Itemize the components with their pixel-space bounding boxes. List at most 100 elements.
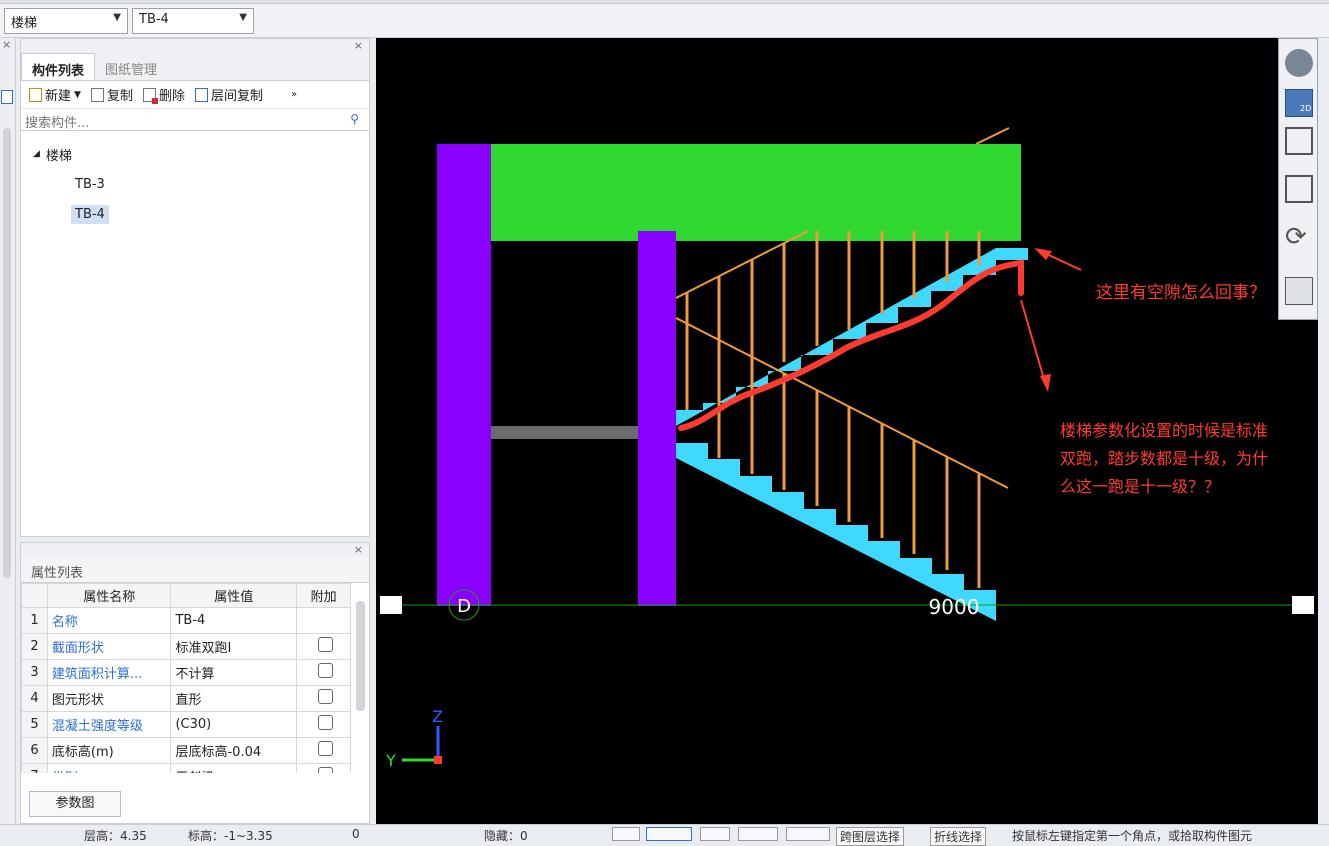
table-row[interactable]: 4 图元形状 直形 <box>21 685 351 712</box>
new-button[interactable]: 新建 ▼ <box>29 85 81 104</box>
table-row[interactable]: 5 混凝土强度等级 (C30) <box>21 711 351 738</box>
annotation-curve <box>678 259 1024 431</box>
component-name-select[interactable]: TB-4 ▼ <box>132 8 254 34</box>
hidden-count: 隐藏：0 <box>484 829 528 843</box>
plus-toggle-icon[interactable] <box>786 827 830 841</box>
property-value[interactable]: 层底标高-0.04 <box>170 737 298 764</box>
extra-cell <box>296 763 351 773</box>
component-type-select[interactable]: 楼梯 ▼ <box>4 8 128 34</box>
cube-view-alt-icon[interactable] <box>1285 175 1313 203</box>
extra-checkbox[interactable] <box>318 637 334 652</box>
search-input[interactable]: 搜索构件... ⚲ <box>21 109 369 131</box>
tab-drawing-management[interactable]: 图纸管理 <box>95 53 167 80</box>
annotation-gap: 这里有空隙怎么回事？ <box>1096 283 1266 303</box>
tree-item-tb3[interactable]: TB-3 <box>21 169 369 199</box>
close-icon[interactable]: × <box>354 39 363 52</box>
snap-toggle-icon[interactable] <box>646 827 692 841</box>
tree-group-label: 楼梯 <box>45 148 72 164</box>
param-figure-button[interactable]: 参数图 <box>29 791 121 817</box>
property-value[interactable]: 无斜梁 <box>170 763 298 773</box>
close-icon[interactable]: × <box>2 38 11 51</box>
stair-drawing: D 9000 这里有空隙怎么回事？ 楼梯参数化设置的时候是标准 双跑，踏步数都是… <box>380 127 1314 770</box>
property-name: 类别 <box>46 763 172 773</box>
top-toolbar: 楼梯 ▼ TB-4 ▼ <box>0 0 1329 38</box>
table-row[interactable]: 1 名称 TB-4 <box>21 607 351 634</box>
new-label: 新建 <box>45 89 72 104</box>
cross-toggle-icon[interactable] <box>700 827 730 841</box>
column-left <box>437 144 491 606</box>
check-toggle-icon[interactable] <box>738 827 778 841</box>
orbit-icon[interactable] <box>1285 49 1313 77</box>
copy-button[interactable]: 复制 <box>90 85 133 104</box>
table-row[interactable]: 2 截面形状 标准双跑I <box>21 633 351 660</box>
floor-height: 层高：4.35 <box>84 829 147 843</box>
tree-group-stairs[interactable]: ◢ 楼梯 <box>21 139 369 169</box>
cube-view-icon[interactable] <box>1285 127 1313 155</box>
row-number: 1 <box>21 607 48 634</box>
railing-line <box>675 230 809 299</box>
property-name: 图元形状 <box>46 685 172 712</box>
new-icon <box>29 87 42 102</box>
table-row[interactable]: 6 底标高(m) 层底标高-0.04 <box>21 737 351 764</box>
drawing-viewport[interactable]: D 9000 这里有空隙怎么回事？ 楼梯参数化设置的时候是标准 双跑，踏步数都是… <box>376 38 1318 824</box>
extra-checkbox[interactable] <box>318 767 334 773</box>
table-row[interactable]: 3 建筑面积计算... 不计算 <box>21 659 351 686</box>
rotate-icon[interactable]: ⟳ <box>1285 223 1313 251</box>
annotation-arrow <box>1020 299 1047 387</box>
origin-marker <box>434 756 442 764</box>
extra-checkbox[interactable] <box>318 715 334 730</box>
component-toolbar: 新建 ▼ 复制 删除 层间复制 » <box>21 81 369 109</box>
search-icon[interactable]: ⚲ <box>350 112 359 126</box>
panel-toggle-icon[interactable] <box>1 90 13 104</box>
row-number: 4 <box>21 685 48 712</box>
copy-icon <box>90 87 104 102</box>
ortho-toggle-icon[interactable] <box>612 827 640 841</box>
status-hint: 按鼠标左键指定第一个角点，或拾取构件图元 <box>1012 829 1253 843</box>
grid-settings-icon[interactable] <box>1285 277 1313 305</box>
column-middle <box>638 231 676 606</box>
view-2d-icon[interactable]: 2D <box>1285 89 1313 117</box>
tree-item-tb4[interactable]: TB-4 <box>21 199 369 229</box>
delete-button[interactable]: 删除 <box>142 85 185 104</box>
extra-cell <box>296 607 351 634</box>
annotation-question-line2: 双跑，踏步数都是十级，为什 <box>1060 449 1268 468</box>
table-row[interactable]: 7 类别 无斜梁 <box>21 763 351 773</box>
y-axis-label: Y <box>385 751 396 770</box>
floor-copy-label: 层间复制 <box>210 89 263 104</box>
view-toolbar: 2D ⟳ <box>1278 38 1318 320</box>
tab-component-list[interactable]: 构件列表 <box>21 53 96 80</box>
floor-copy-button[interactable]: 层间复制 <box>194 85 263 104</box>
extra-checkbox[interactable] <box>318 741 334 756</box>
chevron-down-icon: ▼ <box>74 89 81 100</box>
cross-layer-select-button[interactable]: 跨图层选择 <box>836 827 905 846</box>
arrow-head-icon <box>1040 374 1051 392</box>
property-name: 混凝土强度等级 <box>46 711 172 738</box>
row-number: 3 <box>21 659 48 686</box>
tree-item-label: TB-3 <box>75 176 105 192</box>
panel-header: × <box>21 543 369 557</box>
property-value[interactable]: (C30) <box>170 711 298 738</box>
lower-balusters <box>717 340 981 588</box>
polyline-select-button[interactable]: 折线选择 <box>930 827 987 846</box>
axis-end-marker <box>1292 596 1314 614</box>
extra-checkbox[interactable] <box>318 663 334 678</box>
property-value[interactable]: 标准双跑I <box>170 633 298 660</box>
property-value[interactable]: TB-4 <box>170 607 298 634</box>
floor-copy-icon <box>194 87 208 102</box>
collapse-icon[interactable]: ◢ <box>33 149 40 159</box>
property-value[interactable]: 不计算 <box>170 659 298 686</box>
component-type-value: 楼梯 <box>11 16 38 31</box>
property-name: 建筑面积计算... <box>46 659 172 686</box>
more-icon[interactable]: » <box>291 89 297 100</box>
close-icon[interactable]: × <box>354 543 363 556</box>
property-value[interactable]: 直形 <box>170 685 298 712</box>
annotation-question-line3: 么这一跑是十一级？？ <box>1060 477 1220 496</box>
elevation: 标高：-1~3.35 <box>188 829 273 843</box>
extra-cell <box>296 633 351 660</box>
side-scrollbar[interactable] <box>3 128 11 578</box>
left-side-strip: × <box>0 38 16 824</box>
chevron-down-icon: ▼ <box>113 12 121 23</box>
property-scrollbar[interactable] <box>356 601 365 711</box>
count: 0 <box>352 827 360 841</box>
extra-checkbox[interactable] <box>318 689 334 704</box>
